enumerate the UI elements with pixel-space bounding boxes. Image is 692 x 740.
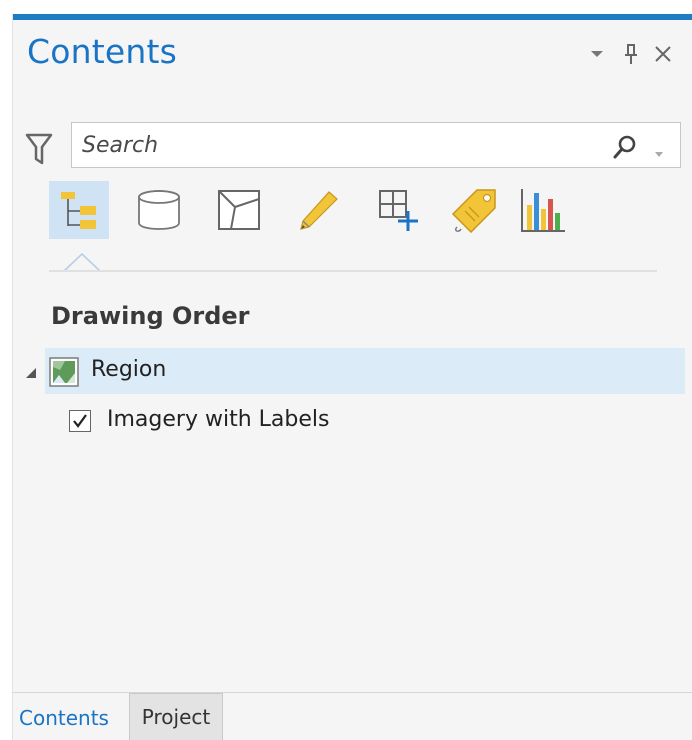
search-button[interactable] [612, 134, 638, 164]
drawing-order-icon [61, 192, 96, 229]
pane-title: Contents [27, 32, 178, 71]
pin-button[interactable] [619, 42, 643, 66]
drawing-order-heading: Drawing Order [51, 302, 250, 330]
selection-icon [218, 190, 260, 230]
close-button[interactable] [651, 42, 675, 66]
layer-visibility-checkbox[interactable] [69, 410, 91, 432]
chevron-down-icon [655, 152, 663, 157]
active-view-caret [63, 252, 101, 272]
expanded-triangle-icon [26, 368, 36, 378]
tab-project[interactable]: Project [129, 693, 223, 740]
list-by-drawing-order-button[interactable] [49, 181, 109, 239]
toolbar-divider [49, 270, 657, 272]
search-box [71, 122, 681, 168]
layer-label[interactable]: Imagery with Labels [107, 407, 329, 432]
list-by-editing-button[interactable] [289, 181, 349, 239]
data-source-icon [138, 190, 180, 230]
list-by-snapping-button[interactable] [369, 181, 429, 239]
checkmark-icon [73, 414, 87, 428]
list-by-selection-button[interactable] [209, 181, 269, 239]
search-icon [613, 135, 636, 159]
close-icon [655, 46, 671, 62]
snapping-icon [379, 190, 418, 231]
contents-pane: Contents Search Drawing Order Region Ima… [12, 14, 692, 740]
map-label: Region [91, 357, 167, 382]
pencil-icon [300, 191, 338, 230]
label-tag-icon [451, 189, 496, 233]
chevron-down-icon [591, 51, 603, 57]
pane-accent-bar [13, 14, 692, 20]
pin-icon [625, 44, 637, 64]
filter-button[interactable] [25, 132, 55, 168]
filter-icon [25, 133, 53, 165]
bar-chart-icon [521, 189, 565, 232]
list-by-labeling-button[interactable] [445, 181, 505, 239]
collapse-toggle[interactable] [25, 364, 37, 383]
search-options-dropdown[interactable] [654, 143, 664, 162]
tab-contents[interactable]: Contents [19, 700, 109, 736]
list-by-data-source-button[interactable] [129, 181, 189, 239]
pane-menu-button[interactable] [585, 42, 609, 66]
search-input[interactable] [82, 131, 582, 159]
map-icon [49, 357, 79, 391]
list-by-charts-button[interactable] [513, 181, 573, 239]
tab-strip-divider [13, 692, 692, 693]
